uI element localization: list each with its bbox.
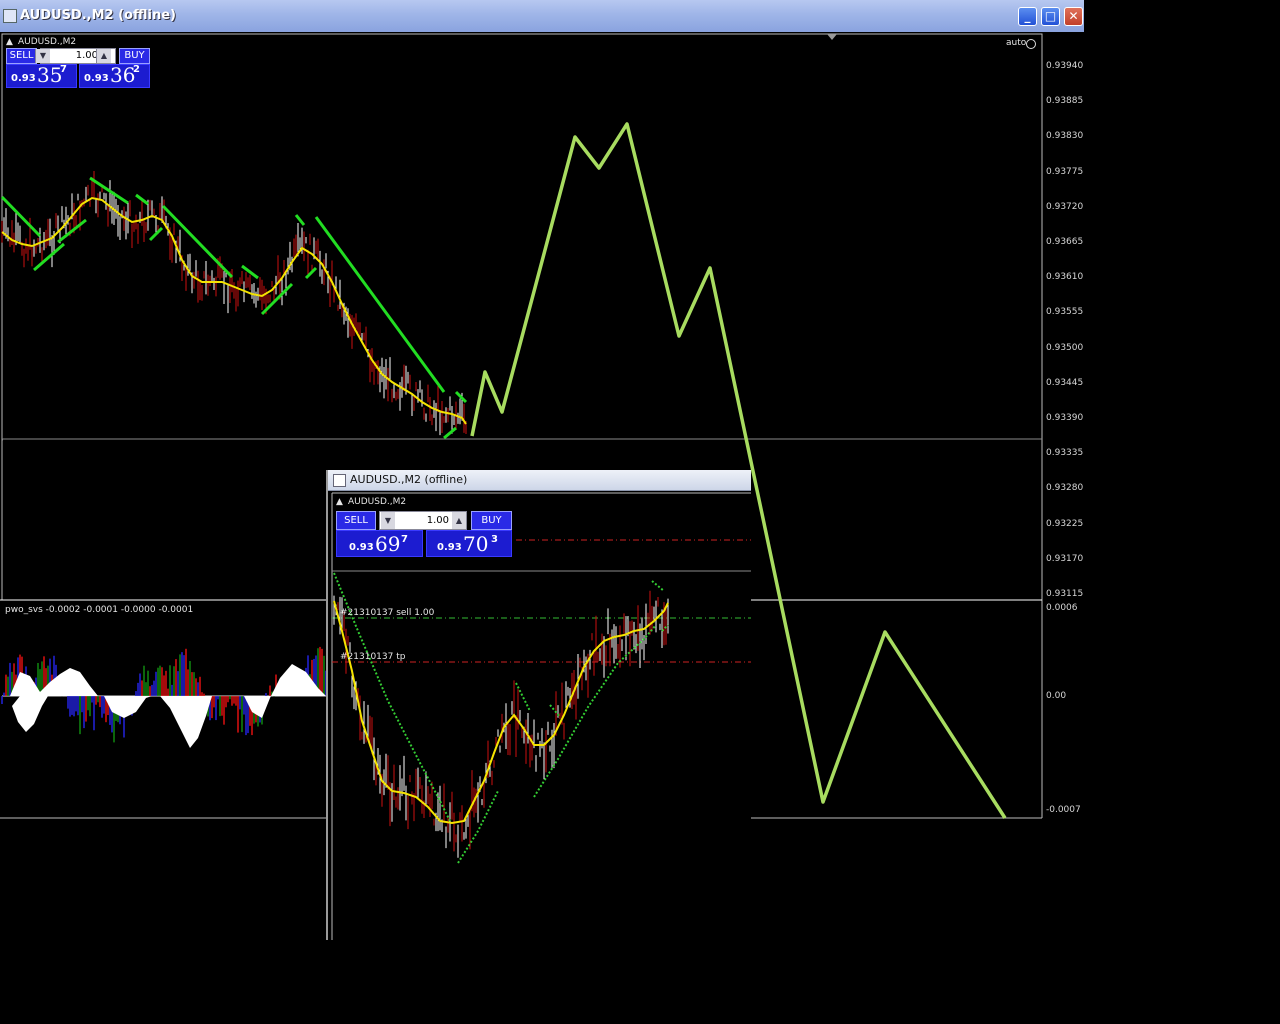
main-lots-decrease-icon[interactable]: ▼ xyxy=(35,49,50,63)
inner-chart-window-icon xyxy=(333,474,346,487)
price-axis-tick: 0.93775 xyxy=(1046,166,1084,177)
price-axis-tick: 0.93720 xyxy=(1046,201,1084,212)
price-axis-tick: 0.93555 xyxy=(1046,307,1084,318)
price-axis-tick: 0.93830 xyxy=(1046,131,1084,142)
window-title: AUDUSD.,M2 (offline) xyxy=(20,8,176,23)
chart-shift-marker[interactable] xyxy=(827,34,837,40)
inner-chart-collapse-icon[interactable]: ▲ xyxy=(336,497,343,507)
inner-tp-label[interactable]: #21310137 tp xyxy=(340,652,405,662)
inner-symbol-label: AUDUSD.,M2 xyxy=(348,497,407,507)
inner-order-label[interactable]: #21310137 sell 1.00 xyxy=(340,608,434,618)
price-axis-tick: 0.93665 xyxy=(1046,237,1084,247)
price-axis-tick: 0.93335 xyxy=(1046,448,1084,459)
inner-buy-button[interactable]: BUY xyxy=(471,511,512,530)
main-candles xyxy=(1,171,467,436)
auto-label: auto xyxy=(1006,38,1027,48)
chart-window-icon xyxy=(3,9,17,23)
close-button[interactable]: ✕ xyxy=(1064,7,1083,26)
price-axis-tick: 0.93885 xyxy=(1046,96,1084,107)
inner-lots-decrease-icon[interactable]: ▼ xyxy=(381,512,395,529)
inner-one-click-trading-panel: SELL 1.00 BUY 0.93 69 7 0.93 70 3 xyxy=(336,511,512,557)
inner-bid-price[interactable]: 0.93 69 7 xyxy=(336,530,423,557)
main-buy-button[interactable]: BUY xyxy=(119,48,150,64)
indicator-axis-min: -0.0007 xyxy=(1046,805,1081,815)
price-axis-tick: 0.93170 xyxy=(1046,553,1084,564)
terminal-window: AUDUSD.,M2 (offline) _ □ ✕ ▲ AUDUSD.,M2 … xyxy=(0,0,1084,1024)
minimize-button[interactable]: _ xyxy=(1018,7,1037,26)
main-bid-price[interactable]: 0.93 35 7 xyxy=(6,63,77,88)
price-axis-tick: 0.93225 xyxy=(1046,518,1084,529)
inner-lots-increase-icon[interactable]: ▲ xyxy=(452,512,466,529)
price-axis-tick: 0.93390 xyxy=(1046,413,1084,423)
price-axis-tick: 0.93940 xyxy=(1046,61,1084,71)
indicator-axis-max: 0.0006 xyxy=(1046,603,1078,613)
indicator-label: pwo_svs -0.0002 -0.0001 -0.0000 -0.0001 xyxy=(5,605,194,615)
price-axis-tick: 0.93500 xyxy=(1046,342,1084,353)
main-one-click-trading-panel: SELL 1.00 ▼ ▲ BUY 0.93 35 7 0.93 36 2 xyxy=(6,48,150,88)
indicator-axis-zero: 0.00 xyxy=(1046,691,1067,701)
price-axis-tick: 0.93280 xyxy=(1046,483,1084,494)
inner-chart-window[interactable]: AUDUSD.,M2 (offline) ▲ AUDUSD.,M2 #21310… xyxy=(326,470,751,940)
main-ask-price[interactable]: 0.93 36 2 xyxy=(79,63,150,88)
main-chart-collapse-icon[interactable]: ▲ xyxy=(6,37,13,47)
inner-ask-price[interactable]: 0.93 70 3 xyxy=(426,530,512,557)
main-sell-button[interactable]: SELL xyxy=(6,48,37,64)
price-axis-tick: 0.93115 xyxy=(1046,589,1084,599)
inner-price-chart[interactable] xyxy=(328,491,751,940)
expert-smiley-icon[interactable] xyxy=(1026,39,1036,49)
price-axis-tick: 0.93610 xyxy=(1046,272,1084,283)
main-lots-increase-icon[interactable]: ▲ xyxy=(96,49,111,63)
window-titlebar[interactable]: AUDUSD.,M2 (offline) _ □ ✕ xyxy=(0,0,1084,32)
maximize-button[interactable]: □ xyxy=(1041,7,1060,26)
main-symbol-label: AUDUSD.,M2 xyxy=(18,37,77,47)
inner-window-titlebar[interactable]: AUDUSD.,M2 (offline) xyxy=(328,470,751,491)
inner-sell-button[interactable]: SELL xyxy=(336,511,376,530)
inner-window-title: AUDUSD.,M2 (offline) xyxy=(350,473,468,486)
price-axis-tick: 0.93445 xyxy=(1046,377,1084,388)
